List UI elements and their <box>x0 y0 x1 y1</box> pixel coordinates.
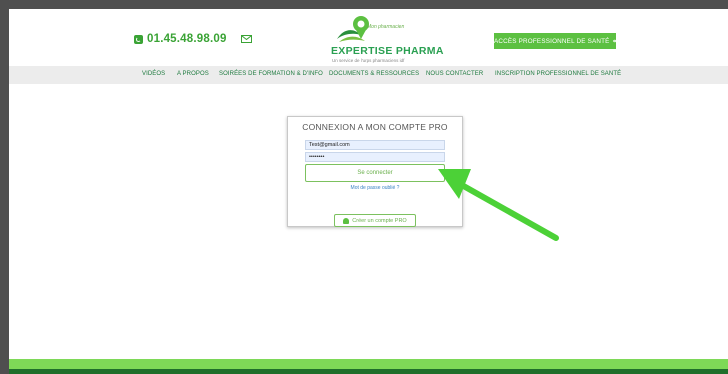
browser-viewport: 01.45.48.98.09 Mon pharmacien EXPERTISE … <box>9 9 728 374</box>
footer-bar <box>9 369 728 374</box>
annotation-arrow-icon <box>438 169 559 241</box>
